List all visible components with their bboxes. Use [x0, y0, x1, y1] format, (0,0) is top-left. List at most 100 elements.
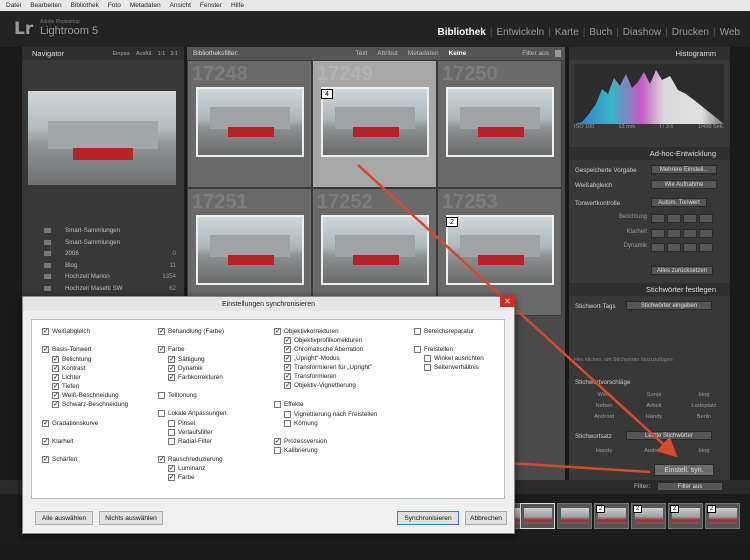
- checkbox-box[interactable]: [168, 464, 175, 472]
- sync-checkbox[interactable]: Rauschreduzierung: [158, 455, 223, 463]
- checkbox-label: Effekte: [284, 401, 304, 408]
- checkbox-box[interactable]: [52, 391, 59, 399]
- checkbox-label: Weißabgleich: [52, 328, 91, 335]
- select-none-button[interactable]: Nichts auswählen: [99, 511, 163, 525]
- sync-checkbox[interactable]: Chromatische Aberration: [284, 345, 364, 353]
- sync-checkbox[interactable]: Behandlung (Farbe): [158, 327, 224, 335]
- checkbox-box[interactable]: [274, 401, 281, 408]
- sync-checkbox[interactable]: Freistellen: [414, 346, 453, 353]
- checkbox-box[interactable]: [52, 382, 59, 390]
- checkbox-box[interactable]: [414, 328, 421, 335]
- sync-checkbox[interactable]: Weiß-Beschneidung: [52, 391, 119, 399]
- sync-checkbox[interactable]: Basis-Tonwert: [42, 345, 92, 353]
- sync-checkbox[interactable]: Prozessversion: [274, 437, 327, 445]
- checkbox-label: „Upright"-Modus: [294, 355, 340, 362]
- sync-checkbox[interactable]: Farbe: [158, 345, 184, 353]
- sync-checkbox[interactable]: Teiltonung: [158, 392, 197, 399]
- checkbox-box[interactable]: [158, 392, 165, 399]
- checkbox-box[interactable]: [284, 411, 291, 418]
- sync-checkbox[interactable]: Schärfen: [42, 455, 77, 463]
- sync-checkbox[interactable]: Objektivkorrekturen: [274, 327, 339, 335]
- checkbox-label: Klarheit: [52, 438, 74, 445]
- sync-checkbox[interactable]: Klarheit: [42, 437, 74, 445]
- checkbox-box[interactable]: [168, 364, 175, 372]
- checkbox-label: Winkel ausrichten: [434, 355, 484, 362]
- sync-checkbox[interactable]: Lokale Anpassungen: [158, 410, 226, 417]
- checkbox-label: Seitenverhältnis: [434, 364, 479, 371]
- checkbox-box[interactable]: [284, 354, 291, 362]
- close-icon[interactable]: ✕: [500, 295, 515, 307]
- checkbox-box[interactable]: [168, 473, 175, 481]
- checkbox-box[interactable]: [274, 447, 281, 454]
- sync-checkbox[interactable]: Farbe: [168, 473, 194, 481]
- checkbox-box[interactable]: [158, 455, 165, 463]
- checkbox-box[interactable]: [42, 345, 49, 353]
- sync-checkbox[interactable]: Transformieren für „Upright": [284, 363, 372, 371]
- checkbox-box[interactable]: [52, 400, 59, 408]
- sync-checkbox[interactable]: Transformieren: [284, 372, 336, 380]
- checkbox-box[interactable]: [168, 373, 175, 381]
- checkbox-box[interactable]: [158, 345, 165, 353]
- sync-checkbox[interactable]: Luminanz: [168, 464, 205, 472]
- sync-checkbox[interactable]: Weißabgleich: [42, 327, 91, 335]
- sync-checkbox[interactable]: Körnung: [284, 420, 318, 427]
- checkbox-box[interactable]: [424, 355, 431, 362]
- sync-checkbox[interactable]: Seitenverhältnis: [424, 364, 479, 371]
- sync-checkbox[interactable]: Objektiv-Vignettierung: [284, 381, 356, 389]
- sync-checkbox[interactable]: Radial-Filter: [168, 438, 212, 445]
- sync-checkbox[interactable]: Lichter: [52, 373, 81, 381]
- checkbox-box[interactable]: [158, 327, 165, 335]
- sync-checkbox[interactable]: Gradationskurve: [42, 419, 99, 427]
- checkbox-box[interactable]: [284, 345, 291, 353]
- settings-checkbox-area: Weißabgleich Basis-Tonwert Belichtung Kontr…: [31, 319, 505, 499]
- checkbox-box[interactable]: [52, 355, 59, 363]
- sync-checkbox[interactable]: Sättigung: [168, 355, 205, 363]
- checkbox-box[interactable]: [168, 420, 175, 427]
- checkbox-box[interactable]: [42, 327, 49, 335]
- checkbox-box[interactable]: [52, 364, 59, 372]
- checkbox-box[interactable]: [158, 410, 165, 417]
- sync-checkbox[interactable]: Winkel ausrichten: [424, 355, 484, 362]
- checkbox-box[interactable]: [284, 363, 291, 371]
- checkbox-box[interactable]: [284, 381, 291, 389]
- sync-checkbox[interactable]: Schwarz-Beschneidung: [52, 400, 128, 408]
- checkbox-label: Weiß-Beschneidung: [62, 392, 119, 399]
- sync-checkbox[interactable]: Belichtung: [52, 355, 91, 363]
- sync-checkbox[interactable]: Bereichsreparatur: [414, 328, 474, 335]
- checkbox-box[interactable]: [168, 438, 175, 445]
- checkbox-box[interactable]: [274, 437, 281, 445]
- checkbox-box[interactable]: [42, 455, 49, 463]
- checkbox-box[interactable]: [274, 327, 281, 335]
- checkbox-box[interactable]: [284, 420, 291, 427]
- sync-checkbox[interactable]: Dynamik: [168, 364, 203, 372]
- sync-checkbox[interactable]: Vignettierung nach Freistellen: [284, 411, 377, 418]
- select-all-button[interactable]: Alle auswählen: [35, 511, 93, 525]
- checkbox-box[interactable]: [414, 346, 421, 353]
- checkbox-label: Chromatische Aberration: [294, 346, 364, 353]
- sync-checkbox[interactable]: Farbkorrekturen: [168, 373, 223, 381]
- checkbox-label: Lichter: [62, 374, 81, 381]
- sync-checkbox[interactable]: Kontrast: [52, 364, 85, 372]
- checkbox-box[interactable]: [52, 373, 59, 381]
- sync-checkbox[interactable]: Effekte: [274, 401, 304, 408]
- checkbox-box[interactable]: [42, 419, 49, 427]
- sync-checkbox[interactable]: „Upright"-Modus: [284, 354, 340, 362]
- checkbox-label: Dynamik: [178, 365, 203, 372]
- checkbox-box[interactable]: [42, 437, 49, 445]
- sync-checkbox[interactable]: Kalibrierung: [274, 447, 318, 454]
- checkbox-label: Objektivkorrekturen: [284, 328, 339, 335]
- checkbox-box[interactable]: [284, 372, 291, 380]
- sync-checkbox[interactable]: Verlaufsfilter: [168, 429, 213, 436]
- synchronize-button[interactable]: Synchronisieren: [397, 511, 459, 525]
- checkbox-label: Lokale Anpassungen: [168, 410, 227, 417]
- cancel-button[interactable]: Abbrechen: [465, 511, 507, 525]
- sync-checkbox[interactable]: Pinsel: [168, 420, 195, 427]
- checkbox-box[interactable]: [168, 355, 175, 363]
- checkbox-label: Gradationskurve: [52, 420, 99, 427]
- checkbox-box[interactable]: [168, 429, 175, 436]
- sync-checkbox[interactable]: Objektivprofilkorrekturen: [284, 336, 362, 344]
- checkbox-box[interactable]: [284, 336, 291, 344]
- sync-checkbox[interactable]: Tiefen: [52, 382, 79, 390]
- checkbox-box[interactable]: [424, 364, 431, 371]
- checkbox-label: Bereichsreparatur: [424, 328, 475, 335]
